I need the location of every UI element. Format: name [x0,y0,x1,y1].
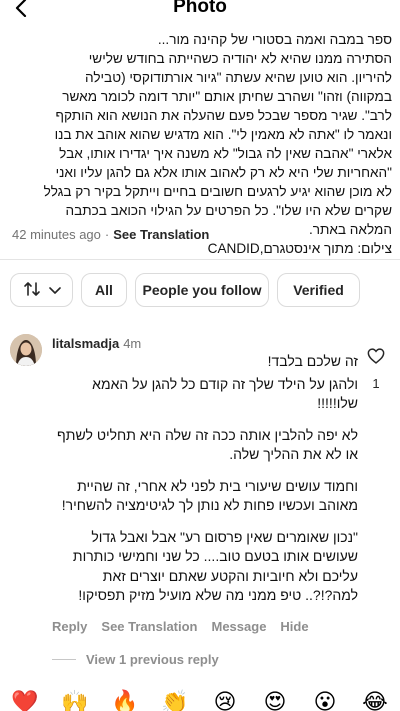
see-translation-link[interactable]: See Translation [113,227,209,242]
comment-paragraph: זה שלכם בלבד! [267,353,358,369]
post-time: 42 minutes ago [12,227,101,242]
page-title: Photo [173,0,227,17]
sort-arrows-icon [23,281,41,300]
laughing-emoji-button[interactable]: 😂 [359,689,391,711]
comment-paragraph: "נכון שאומרים שאין פרסום רע" אבל ואבל גד… [72,528,358,604]
see-translation-button[interactable]: See Translation [101,619,197,634]
caption-line: שקרים שלא היו שלו". כל הפרטים על הגילוי … [65,203,392,218]
raising-hands-emoji-button[interactable]: 🙌 [59,689,91,711]
comment-text: זה שלכם בלבד! ולהגן על הילד שלך זה קודם … [52,352,358,618]
comment-actions: Reply See Translation Message Hide [52,619,309,634]
filter-all[interactable]: All [81,273,127,307]
view-previous-replies[interactable]: View 1 previous reply [52,652,219,667]
separator: · [104,227,110,242]
comment-time: 4m [123,336,142,351]
comment-username[interactable]: litalsmadja [52,336,119,351]
caption-line: "האחריות שלי היא לא רק לאהוב אותו אלא גם… [55,165,392,180]
top-bar: Photo [0,0,400,22]
comment-filters: All People you follow Verified [10,273,360,307]
caption-line: ונאמר לו "אתה לא מאמין לי". הוא מדגיש שה… [54,127,392,142]
caption-line: הסתירה ממנו שהיא לא יהודיה כשהייתה בחודש… [88,51,392,66]
caption-line: במקווה) וזהו" ושהרב שחיתן אותם "יותר דומ… [62,89,392,104]
quick-reactions-bar: ❤️ 🙌 🔥 👏 😢 😍 😮 😂 [0,684,400,711]
caption-line: ספר במבה ואמה בסטורי של קהינה מור... [157,32,392,47]
like-count: 1 [372,376,380,391]
divider [0,259,400,260]
surprised-emoji-button[interactable]: 😮 [309,689,341,711]
sort-button[interactable] [10,273,73,307]
hide-button[interactable]: Hide [280,619,308,634]
crying-emoji-button[interactable]: 😢 [209,689,241,711]
divider [52,659,76,660]
view-previous-label: View 1 previous reply [86,652,219,667]
reply-button[interactable]: Reply [52,619,87,634]
caption-line: אלארי "אהבה שאין לה גבול" לא משנה איך יג… [59,146,392,161]
heart-outline-icon[interactable] [366,348,386,369]
filter-verified[interactable]: Verified [277,273,360,307]
comment-paragraph: לא יפה להלבין אותה ככה זה שלה היא תחליט … [57,426,358,463]
red-heart-emoji-button[interactable]: ❤️ [9,689,41,711]
comment-paragraph: ולהגן על הילד שלך זה קודם כל להגן על האמ… [92,375,358,412]
comment-header: litalsmadja 4m [52,336,141,351]
chevron-down-icon [48,282,61,298]
comment-paragraph: וחמוד עושים שיעורי בית לפני לא אחרי, זה … [61,477,358,514]
filter-people-you-follow[interactable]: People you follow [135,273,269,307]
caption-line: להיריון. הוא טוען שהיא עשתה "גיור אורתוד… [84,70,392,85]
post-caption: ספר במבה ואמה בסטורי של קהינה מור... הסת… [8,30,392,258]
avatar[interactable] [10,334,42,366]
fire-emoji-button[interactable]: 🔥 [109,689,141,711]
caption-line: לא מוכן שהוא יגיע לרגעים חשובים בחיים וי… [43,184,392,199]
heart-eyes-emoji-button[interactable]: 😍 [259,689,291,711]
clapping-emoji-button[interactable]: 👏 [159,689,191,711]
caption-line: לרב". שגיר מספר שבכל פעם שהעלה את הנושא … [55,108,392,123]
post-meta: 42 minutes ago · See Translation [12,227,209,242]
message-button[interactable]: Message [212,619,267,634]
